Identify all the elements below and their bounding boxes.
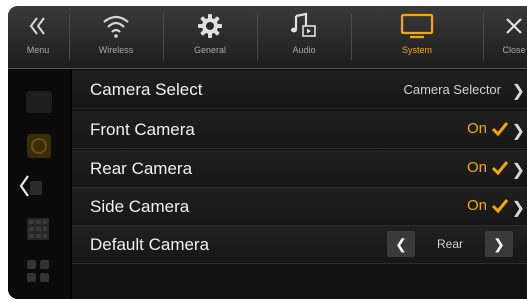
tab-label: Audio (292, 45, 316, 55)
row-value: Camera Selector (403, 82, 501, 97)
tab-wireless[interactable]: Wireless (70, 6, 162, 68)
close-icon (504, 6, 524, 46)
row-label: Side Camera (90, 197, 190, 216)
chevron-right-icon: ❯ (511, 83, 525, 100)
row-label: Rear Camera (90, 159, 193, 178)
camera-lens-icon (26, 133, 52, 164)
tab-label: System (401, 45, 432, 55)
status-value: On (466, 159, 487, 176)
chevron-right-icon: ❯ (511, 200, 525, 217)
rail-tile (26, 91, 52, 113)
tab-menu[interactable]: Menu (8, 6, 68, 68)
apps-grid-icon (26, 259, 50, 288)
row-label: Camera Select (90, 80, 203, 99)
left-rail (8, 69, 70, 299)
camera-select-row[interactable]: Camera Select Camera Selector ❯ (72, 71, 527, 109)
tab-label: Close (502, 45, 526, 55)
status-value: On (466, 120, 487, 137)
chevron-right-icon: ❯ (511, 162, 525, 179)
status-value: On (466, 197, 487, 214)
screen: Menu Wireless General Audio System Close… (8, 6, 527, 299)
front-camera-row[interactable]: Front Camera On ❯ (72, 111, 527, 149)
default-camera-value: Rear (436, 237, 463, 251)
row-label: Default Camera (90, 235, 210, 254)
camera-settings-list: Camera Select Camera Selector ❯ Front Ca… (72, 69, 527, 299)
previous-button[interactable]: ❮ (387, 231, 415, 257)
monitor-icon (400, 6, 434, 46)
tab-general[interactable]: General (164, 6, 256, 68)
tab-label: Menu (26, 45, 50, 55)
next-button[interactable]: ❯ (485, 231, 513, 257)
keypad-icon (26, 217, 50, 246)
tab-label: General (193, 45, 227, 55)
rear-camera-row[interactable]: Rear Camera On ❯ (72, 150, 527, 188)
tab-label: Wireless (98, 45, 134, 55)
tab-system[interactable]: System (352, 6, 482, 68)
menu-back-icon (26, 6, 50, 46)
checkmark-icon (491, 121, 509, 142)
gear-icon (197, 6, 223, 46)
row-label: Front Camera (90, 120, 195, 139)
wifi-icon (101, 6, 131, 46)
tab-close[interactable]: Close (484, 6, 527, 68)
checkmark-icon (491, 198, 509, 219)
side-camera-row[interactable]: Side Camera On ❯ (72, 188, 527, 226)
top-tab-bar: Menu Wireless General Audio System Close (8, 6, 527, 69)
default-camera-row: Default Camera ❮ Rear ❯ (72, 226, 527, 264)
chevron-right-icon: ❯ (511, 123, 525, 140)
music-note-icon (290, 6, 318, 46)
tab-audio[interactable]: Audio (258, 6, 350, 68)
checkmark-icon (491, 160, 509, 181)
back-chevron-icon[interactable] (16, 171, 46, 206)
